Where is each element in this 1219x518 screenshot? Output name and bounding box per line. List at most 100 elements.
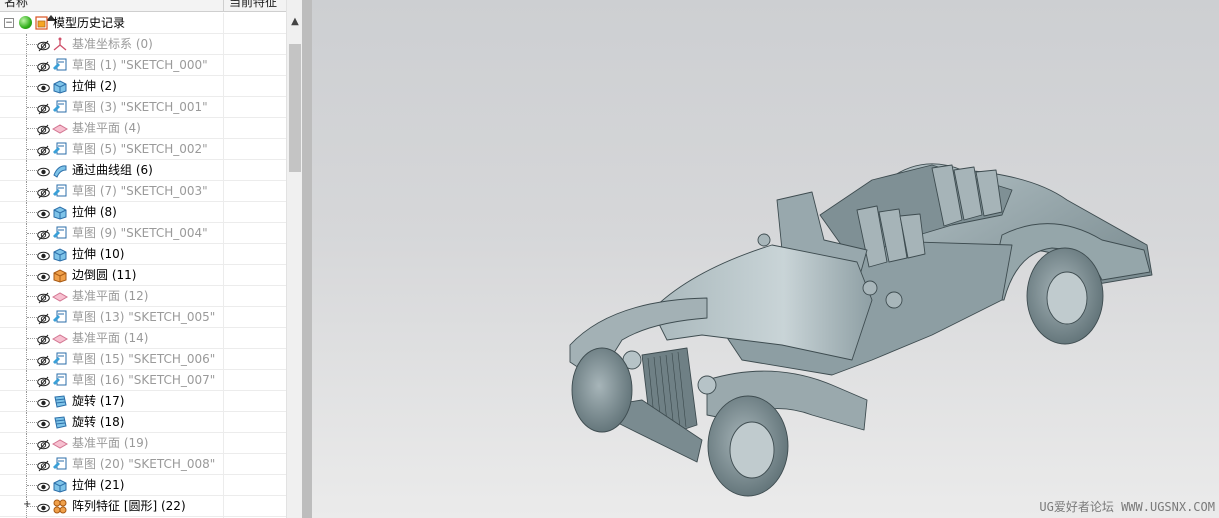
feature-label: 草图 (20) "SKETCH_008" [72, 457, 216, 471]
feature-row[interactable]: 草图 (9) "SKETCH_004" [0, 223, 286, 244]
feature-label: 旋转 (17) [72, 394, 125, 408]
feature-row[interactable]: 草图 (13) "SKETCH_005" [0, 307, 286, 328]
model-history-icon [35, 16, 49, 30]
scroll-up-icon[interactable]: ▲ [287, 14, 302, 30]
feature-row[interactable]: 草图 (16) "SKETCH_007" [0, 370, 286, 391]
feature-label: 拉伸 (10) [72, 247, 125, 261]
feature-label: 草图 (13) "SKETCH_005" [72, 310, 216, 324]
sketch-feature-icon [52, 457, 68, 472]
forum-watermark: UG爱好者论坛 WWW.UGSNX.COM [1039, 500, 1215, 514]
sketch-feature-icon [52, 373, 68, 388]
hidden-eye-icon[interactable] [37, 227, 50, 241]
feature-row[interactable]: 基准平面 (19) [0, 433, 286, 454]
hidden-eye-icon[interactable] [37, 353, 50, 367]
feature-row[interactable]: 旋转 (18) [0, 412, 286, 433]
feature-label: 草图 (3) "SKETCH_001" [72, 100, 208, 114]
hidden-eye-icon[interactable] [37, 59, 50, 73]
feature-row[interactable]: 拉伸 (8) [0, 202, 286, 223]
feature-label: 拉伸 (8) [72, 205, 117, 219]
visible-eye-icon[interactable] [37, 416, 50, 429]
extrude-feature-icon [52, 205, 68, 220]
plane-feature-icon [51, 121, 69, 136]
sketch-feature-icon [52, 100, 68, 115]
visible-eye-icon[interactable] [37, 269, 50, 282]
hidden-eye-icon[interactable] [37, 185, 50, 199]
active-status-icon [19, 16, 32, 29]
model-history-node[interactable]: − 模型历史记录 [0, 13, 286, 34]
hidden-eye-icon[interactable] [37, 122, 50, 136]
feature-label: 拉伸 (2) [72, 79, 117, 93]
feature-label: 基准坐标系 (0) [72, 37, 153, 51]
feature-label: 拉伸 (21) [72, 478, 125, 492]
feature-label: 阵列特征 [圆形] (22) [72, 499, 186, 513]
feature-row[interactable]: 草图 (20) "SKETCH_008" [0, 454, 286, 475]
feature-label: 草图 (9) "SKETCH_004" [72, 226, 208, 240]
feature-label: 草图 (5) "SKETCH_002" [72, 142, 208, 156]
through-curves-feature-icon [52, 163, 68, 178]
feature-label: 基准平面 (14) [72, 331, 149, 345]
model-history-label: 模型历史记录 [53, 16, 126, 30]
pattern-feature-icon [52, 499, 68, 514]
collapse-icon[interactable]: − [4, 18, 14, 28]
hidden-eye-icon[interactable] [37, 290, 50, 304]
visible-eye-icon[interactable] [37, 80, 50, 93]
sketch-feature-icon [52, 352, 68, 367]
revolve-feature-icon [52, 415, 68, 430]
feature-label: 草图 (7) "SKETCH_003" [72, 184, 208, 198]
hidden-eye-icon[interactable] [37, 458, 50, 472]
feature-row[interactable]: 边倒圆 (11) [0, 265, 286, 286]
feature-row[interactable]: 通过曲线组 (6) [0, 160, 286, 181]
hidden-eye-icon[interactable] [37, 311, 50, 325]
scrollbar-thumb[interactable] [289, 44, 301, 172]
column-divider[interactable] [223, 0, 224, 11]
sketch-feature-icon [52, 226, 68, 241]
feature-label: 草图 (1) "SKETCH_000" [72, 58, 208, 72]
visible-eye-icon[interactable] [37, 500, 50, 513]
feature-label: 通过曲线组 (6) [72, 163, 153, 177]
visible-eye-icon[interactable] [37, 206, 50, 219]
feature-row[interactable]: 草图 (1) "SKETCH_000" [0, 55, 286, 76]
visible-eye-icon[interactable] [37, 395, 50, 408]
extrude-feature-icon [52, 247, 68, 262]
car-model[interactable] [312, 0, 1219, 518]
feature-label: 基准平面 (4) [72, 121, 141, 135]
feature-tree: − 模型历史记录 基准坐标系 (0) 草图 (1) "SKETCH_000" 拉伸 … [0, 13, 286, 518]
feature-row[interactable]: 拉伸 (21) [0, 475, 286, 496]
feature-row[interactable]: 草图 (3) "SKETCH_001" [0, 97, 286, 118]
feature-row[interactable]: 基准坐标系 (0) [0, 34, 286, 55]
feature-row[interactable]: 旋转 (17) [0, 391, 286, 412]
extrude-feature-icon [52, 478, 68, 493]
hidden-eye-icon[interactable] [37, 101, 50, 115]
column-current-feature-header[interactable]: 当前特征 [229, 0, 277, 11]
vertical-scrollbar[interactable]: ▲ [286, 0, 302, 518]
hidden-eye-icon[interactable] [37, 374, 50, 388]
part-navigator: 名称 当前特征 − 模型历史记录 基准坐标系 (0) 草图 (1) "SKETCH… [0, 0, 302, 518]
hidden-eye-icon[interactable] [37, 143, 50, 157]
edge-blend-feature-icon [52, 268, 68, 283]
hidden-eye-icon[interactable] [37, 38, 50, 52]
plane-feature-icon [51, 289, 69, 304]
feature-row[interactable]: 基准平面 (4) [0, 118, 286, 139]
feature-row[interactable]: + 阵列特征 [圆形] (22) [0, 496, 286, 517]
column-name-header[interactable]: 名称 [4, 0, 28, 11]
feature-label: 旋转 (18) [72, 415, 125, 429]
extrude-feature-icon [52, 79, 68, 94]
feature-row[interactable]: 基准平面 (14) [0, 328, 286, 349]
expand-icon[interactable]: + [23, 500, 31, 510]
graphics-window[interactable]: UG爱好者论坛 WWW.UGSNX.COM [302, 0, 1219, 518]
visible-eye-icon[interactable] [37, 248, 50, 261]
feature-row[interactable]: 草图 (5) "SKETCH_002" [0, 139, 286, 160]
sketch-feature-icon [52, 184, 68, 199]
feature-label: 边倒圆 (11) [72, 268, 137, 282]
visible-eye-icon[interactable] [37, 164, 50, 177]
feature-row[interactable]: 基准平面 (12) [0, 286, 286, 307]
navigator-column-header: 名称 当前特征 [0, 0, 286, 21]
hidden-eye-icon[interactable] [37, 437, 50, 451]
visible-eye-icon[interactable] [37, 479, 50, 492]
feature-row[interactable]: 草图 (15) "SKETCH_006" [0, 349, 286, 370]
feature-row[interactable]: 拉伸 (10) [0, 244, 286, 265]
hidden-eye-icon[interactable] [37, 332, 50, 346]
plane-feature-icon [51, 331, 69, 346]
feature-row[interactable]: 草图 (7) "SKETCH_003" [0, 181, 286, 202]
feature-row[interactable]: 拉伸 (2) [0, 76, 286, 97]
